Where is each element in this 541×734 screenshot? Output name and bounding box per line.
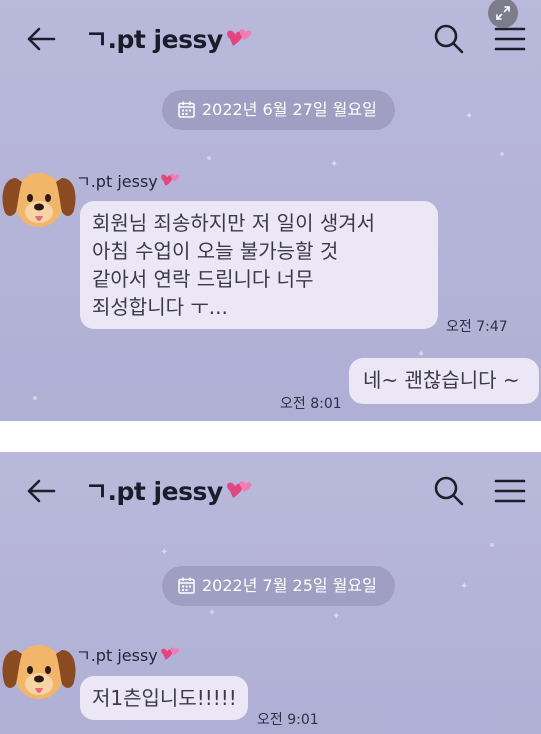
message-time: 오전 9:01: [257, 712, 319, 728]
chat-screen-2: ✦ ✦ ✦ ㄱ.pt jessy 2022년 7월 25일 월요일 ㄱ.pt j…: [0, 452, 541, 734]
sparkle-decoration: ✦: [330, 159, 339, 170]
received-message-bubble[interactable]: 저1츤입니도!!!!!: [80, 676, 248, 720]
avatar[interactable]: [0, 160, 78, 234]
sent-message-text: 네~ 괜찮습니다 ~: [363, 368, 520, 392]
message-line: 저1츤입니도!!!!!: [92, 686, 237, 710]
sparkle-decoration: ✦: [160, 547, 169, 558]
heart-icon: [224, 478, 254, 502]
sparkle-decoration: [207, 156, 211, 160]
sparkle-decoration: [500, 152, 504, 156]
calendar-icon: [178, 101, 195, 118]
sparkle-decoration: ✦: [465, 111, 474, 122]
sparkle-decoration: ✦: [460, 581, 469, 592]
date-label: 2022년 6월 27일 월요일: [202, 100, 377, 119]
expand-icon: [496, 6, 510, 20]
message-time: 오전 7:47: [446, 319, 508, 335]
back-arrow-icon[interactable]: [24, 22, 58, 56]
sender-name-text: ㄱ.pt jessy: [76, 646, 158, 665]
sender-name-text: ㄱ.pt jessy: [76, 172, 158, 191]
screenshot-separator: [0, 421, 541, 452]
sparkle-decoration: [490, 543, 494, 547]
sender-name: ㄱ.pt jessy: [76, 642, 181, 666]
date-divider: 2022년 7월 25일 월요일: [162, 566, 395, 606]
chat-title: ㄱ.pt jessy: [85, 472, 254, 508]
avatar[interactable]: [0, 632, 78, 706]
message-line: 같아서 연락 드립니다 너무: [92, 267, 314, 291]
calendar-icon: [178, 577, 195, 594]
message-line: 아침 수업이 오늘 불가능할 것: [92, 239, 339, 263]
chat-header: ㄱ.pt jessy: [0, 0, 541, 78]
heart-icon: [159, 171, 181, 189]
back-arrow-icon[interactable]: [24, 474, 58, 508]
chat-header: ㄱ.pt jessy: [0, 452, 541, 530]
sender-name: ㄱ.pt jessy: [76, 168, 181, 192]
date-divider: 2022년 6월 27일 월요일: [162, 90, 395, 130]
sparkle-decoration: ✦: [332, 611, 341, 622]
heart-icon: [159, 645, 181, 663]
sparkle-decoration: [210, 610, 214, 614]
message-time: 오전 8:01: [280, 396, 342, 412]
menu-icon[interactable]: [493, 474, 527, 508]
date-label: 2022년 7월 25일 월요일: [202, 576, 377, 595]
sent-message-bubble[interactable]: 네~ 괜찮습니다 ~: [349, 358, 539, 404]
chat-screen-1: ✦ ✦ ✦ ㄱ.pt jessy 2022년 6월 27일 월요일 ㄱ.pt j…: [0, 0, 541, 421]
sparkle-decoration: [33, 396, 37, 400]
search-icon[interactable]: [432, 22, 466, 56]
chat-title-text: ㄱ.pt jessy: [85, 477, 223, 506]
heart-icon: [224, 26, 254, 50]
expand-button[interactable]: [488, 0, 518, 28]
message-line: 죄성합니다 ㅜ...: [92, 295, 228, 319]
message-line: 회원님 죄송하지만 저 일이 생겨서: [92, 211, 376, 235]
chat-title-text: ㄱ.pt jessy: [85, 25, 223, 54]
chat-title: ㄱ.pt jessy: [85, 20, 254, 56]
search-icon[interactable]: [432, 474, 466, 508]
received-message-bubble[interactable]: 회원님 죄송하지만 저 일이 생겨서 아침 수업이 오늘 불가능할 것 같아서 …: [80, 201, 438, 329]
